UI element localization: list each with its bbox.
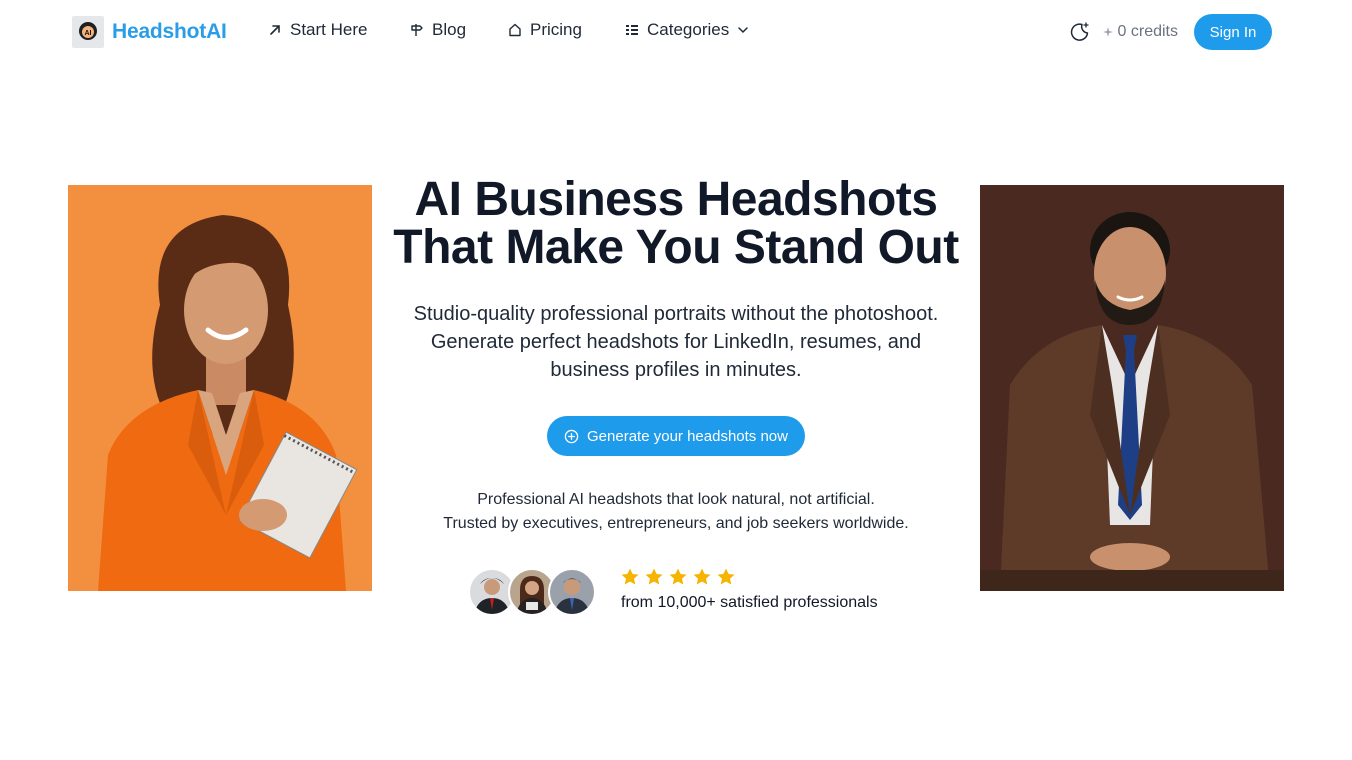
credits-text: 0 credits — [1117, 23, 1178, 40]
nav-categories-dropdown[interactable]: Categories — [625, 20, 749, 40]
star-icon — [621, 568, 639, 585]
woman-portrait-illustration — [68, 185, 372, 591]
hero-title-line-2: That Make You Stand Out — [393, 221, 959, 274]
hero-title-line-1: AI Business Headshots — [414, 173, 938, 226]
arrow-up-right-icon — [270, 25, 280, 35]
star-icon — [645, 568, 663, 585]
customer-avatars — [468, 568, 598, 616]
brand-name: HeadshotAI — [112, 20, 227, 43]
logo-badge-text: AI — [85, 30, 92, 37]
top-navbar: AI HeadshotAI Start Here Blog Pricing Ca… — [0, 0, 1352, 64]
sign-in-button[interactable]: Sign In — [1194, 14, 1272, 50]
nav-categories-label: Categories — [647, 20, 730, 39]
moon-sparkle-icon — [1070, 22, 1089, 41]
trust-line-1: Professional AI headshots that look natu… — [477, 491, 875, 508]
house-tag-icon — [509, 23, 521, 37]
hero-subtitle-line-3: business profiles in minutes. — [550, 359, 802, 381]
nav-start-here-label: Start Here — [290, 20, 368, 39]
rating-stars — [620, 567, 736, 587]
chevron-down-icon — [738, 27, 748, 34]
star-icon — [669, 568, 687, 585]
theme-toggle-button[interactable] — [1066, 18, 1094, 46]
man-portrait-illustration — [980, 185, 1284, 591]
generate-headshots-label: Generate your headshots now — [587, 427, 788, 445]
nav-blog[interactable]: Blog — [410, 20, 466, 40]
list-icon — [626, 25, 638, 35]
hero-subtitle-line-2: Generate perfect headshots for LinkedIn,… — [430, 331, 922, 353]
signpost-icon — [411, 24, 423, 36]
trust-statement: Professional AI headshots that look natu… — [376, 488, 976, 536]
generate-headshots-button[interactable]: Generate your headshots now — [547, 416, 805, 456]
star-icon — [717, 568, 735, 585]
hero-image-right — [980, 185, 1284, 591]
logo-icon: AI — [72, 16, 104, 48]
hero-title: AI Business Headshots That Make You Stan… — [376, 176, 976, 272]
nav-actions: 0 credits Sign In — [1066, 14, 1272, 50]
star-icon — [693, 568, 711, 585]
rating-caption: from 10,000+ satisfied professionals — [621, 594, 878, 611]
plus-circle-icon — [564, 429, 579, 443]
nav-start-here[interactable]: Start Here — [268, 20, 367, 40]
brand-logo-link[interactable]: AI HeadshotAI — [72, 16, 227, 48]
trust-line-2: Trusted by executives, entrepreneurs, an… — [443, 515, 909, 532]
sparkles-icon — [1102, 27, 1113, 37]
nav-blog-label: Blog — [432, 20, 467, 39]
credits-indicator: 0 credits — [1102, 23, 1178, 41]
nav-pricing-label: Pricing — [530, 20, 582, 39]
hero-image-left — [68, 185, 372, 591]
nav-pricing[interactable]: Pricing — [508, 20, 582, 40]
hero-subtitle: Studio-quality professional portraits wi… — [376, 300, 976, 384]
hero-subtitle-line-1: Studio-quality professional portraits wi… — [413, 303, 939, 325]
avatar — [548, 568, 596, 616]
